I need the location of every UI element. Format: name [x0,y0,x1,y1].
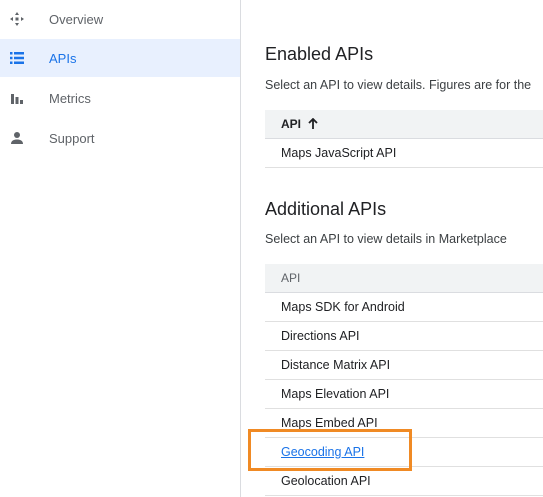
sidebar-item-metrics[interactable]: Metrics [0,79,240,117]
additional-apis-description: Select an API to view details in Marketp… [265,232,507,246]
geocoding-api-link[interactable]: Geocoding API [281,445,364,459]
additional-apis-title: Additional APIs [265,199,387,219]
sidebar-item-label: Metrics [49,90,91,106]
table-row[interactable]: Distance Matrix API [265,351,543,380]
main-content: Enabled APIs Select an API to view detai… [241,0,543,497]
bar-chart-icon [8,89,26,107]
additional-apis-table: API Maps SDK for Android Directions API … [265,264,543,496]
api-name: Directions API [281,329,360,343]
column-header-label: API [281,117,302,131]
person-icon [8,129,26,147]
list-icon [8,49,26,67]
table-row[interactable]: Directions API [265,322,543,351]
table-row[interactable]: Geolocation API [265,467,543,496]
enabled-apis-title: Enabled APIs [265,44,374,64]
api-name: Distance Matrix API [281,358,391,372]
sidebar-item-support[interactable]: Support [0,119,240,157]
api-name: Maps SDK for Android [281,300,405,314]
sidebar-item-label: Support [49,130,95,146]
column-header-label: API [281,271,301,285]
overview-icon [8,10,26,28]
sidebar: Overview APIs Metrics Support [0,0,241,497]
api-name: Maps Embed API [281,416,378,430]
table-row[interactable]: Maps SDK for Android [265,293,543,322]
api-name: Maps JavaScript API [281,146,397,160]
table-row[interactable]: Geocoding API [265,438,543,467]
enabled-apis-table: API Maps JavaScript API [265,110,543,168]
api-name: Maps Elevation API [281,387,390,401]
api-name: Geolocation API [281,474,371,488]
app-window: Overview APIs Metrics Support Enabled AP… [0,0,543,497]
sidebar-item-label: Overview [49,11,104,27]
table-row[interactable]: Maps Embed API [265,409,543,438]
table-row[interactable]: Maps JavaScript API [265,139,543,168]
sidebar-item-label: APIs [49,50,77,66]
sidebar-item-overview[interactable]: Overview [0,0,240,38]
table-row[interactable]: Maps Elevation API [265,380,543,409]
column-header-api[interactable]: API [265,110,543,139]
arrow-up-icon [307,118,319,130]
enabled-apis-description: Select an API to view details. Figures a… [265,78,532,92]
column-header-api[interactable]: API [265,264,543,293]
sidebar-item-apis[interactable]: APIs [0,39,240,77]
